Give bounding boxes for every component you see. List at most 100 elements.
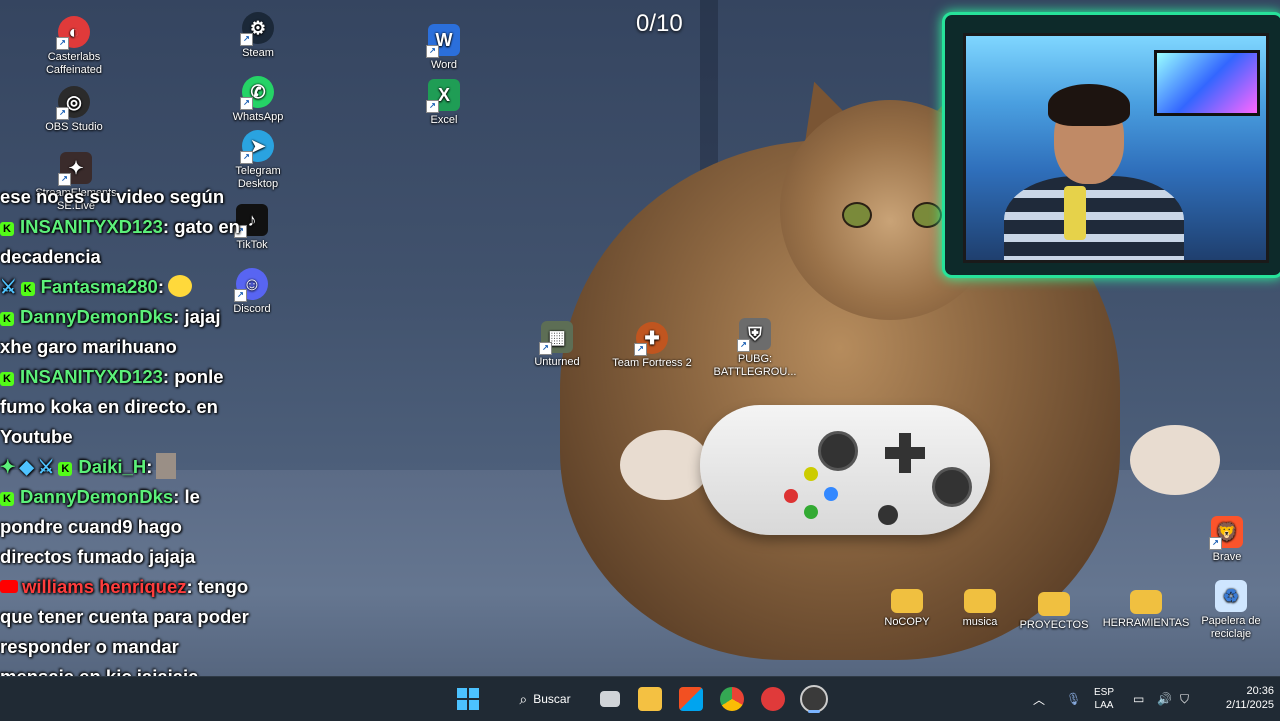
chat-line: K DannyDemonDks: le [0,482,292,512]
chat-line: K DannyDemonDks: jajaj [0,302,292,332]
chat-line: K INSANITYXD123: gato en [0,212,292,242]
telegram-icon: ➤ ↗ [240,130,274,164]
sword-badge-icon: ⚔ [0,276,17,297]
game-controller [700,405,990,535]
casterlabs-icon [761,687,785,711]
obs-icon: ◎ ↗ [56,86,90,120]
icon-label: Brave [1212,551,1242,563]
taskbar-clock[interactable]: 20:36 2/11/2025 [1198,684,1274,712]
cat-eye [912,202,942,228]
obs-taskbar-button[interactable] [799,683,829,715]
icon-label: NoCOPY [884,616,930,628]
folder-icon [1038,592,1070,616]
cat-paw [620,430,710,500]
kick-badge-icon: K [0,312,14,326]
desktop-icon-tf2[interactable]: ✚ ↗ Team Fortress 2 [608,322,696,370]
controller-button [804,467,818,481]
file-explorer-icon [638,687,662,711]
task-view-button[interactable] [595,683,625,715]
streamelements-icon: ✦ ↗ [58,152,92,186]
chat-text: : le [173,486,200,507]
network-icon: ▭ [1133,692,1145,706]
controller-button [804,505,818,519]
task-view-icon [600,691,620,707]
brave-icon: 🦁 ↗ [1209,516,1243,550]
chat-line: decadencia [0,242,292,272]
desktop-icon-word[interactable]: W ↗ Word [406,24,482,72]
file-explorer-button[interactable] [635,683,665,715]
controller-stick [818,431,858,471]
pubg-icon: ⛨ ↗ [737,318,771,352]
chat-username: INSANITYXD123 [20,216,163,237]
casterlabs-icon: ◐ ↗ [56,16,90,50]
chat-line: K INSANITYXD123: ponle [0,362,292,392]
keyboard-layout: LAA [1094,700,1114,711]
show-hidden-icons-button[interactable]: ︿ [1033,677,1045,721]
chat-text: que tener cuenta para poder [0,606,249,627]
kick-badge-icon: K [0,492,14,506]
cat-paw [1130,425,1220,495]
language-indicator[interactable]: ESP LAA [1094,677,1114,721]
chat-text: xhe garo marihuano [0,336,177,357]
desktop-icon-steam[interactable]: ⚙ ↗ Steam [220,12,296,60]
whatsapp-icon: ✆ ↗ [240,76,274,110]
desktop-icon-brave[interactable]: 🦁 ↗ Brave [1189,516,1265,564]
language-code: ESP [1094,687,1115,698]
chat-username: Daiki_H [78,456,147,477]
cube-badge-icon: ◆ [19,456,34,477]
desktop-icon-obs[interactable]: ◎ ↗ OBS Studio [36,86,112,134]
folder-icon [891,589,923,613]
sword-badge-icon: ⚔ [37,456,55,477]
icon-label: Excel [430,114,458,126]
casterlabs-taskbar-button[interactable] [758,683,788,715]
desktop-icon-unturned[interactable]: ▦ ↗ Unturned [519,321,595,369]
icon-label: WhatsApp [232,111,284,123]
chrome-icon [720,687,744,711]
language-label: ESP LAA [1094,686,1114,712]
chat-text: decadencia [0,246,101,267]
chat-line: ese no es su video según [0,182,292,212]
icon-label: Casterlabs Caffeinated [45,51,103,76]
desktop-folder-musica[interactable]: musica [942,583,1018,629]
chat-line: pondre cuand9 hago [0,512,292,542]
goal-counter: 0/10 [636,10,683,37]
desktop-icon-casterlabs[interactable]: ◐ ↗ Casterlabs Caffeinated [36,16,112,77]
xbox-button [878,505,898,525]
chat-text: fumo koka en directo. en [0,396,218,417]
icon-label: musica [962,616,998,628]
desktop-icon-pubg[interactable]: ⛨ ↗ PUBG: BATTLEGROU... [712,318,798,379]
icon-label: Team Fortress 2 [612,357,692,369]
gem-badge-icon: ✦ [0,456,16,477]
desktop-icon-whatsapp[interactable]: ✆ ↗ WhatsApp [220,76,296,124]
volume-tray-button[interactable]: 🔊 [1157,677,1172,721]
notification-tray-button[interactable]: ⛉ [1180,677,1189,721]
desktop-folder-proyectos[interactable]: PROYECTOS [1016,586,1092,632]
start-button[interactable] [452,683,484,715]
icon-label: Papelera de reciclaje [1201,615,1261,640]
chat-line: williams henriquez: tengo [0,572,292,602]
controller-button [784,489,798,503]
icon-label: Unturned [534,356,580,368]
chrome-button[interactable] [717,683,747,715]
icon-label: HERRAMIENTAS [1102,617,1190,629]
chat-text: : gato en [162,216,240,237]
chat-text: responder o mandar [0,636,179,657]
chat-text: : jajaj [173,306,221,327]
chevron-up-icon: ︿ [1033,692,1046,707]
chat-username: Fantasma280 [40,276,158,297]
microsoft-store-icon [679,687,703,711]
desktop-folder-nocopy[interactable]: NoCOPY [869,583,945,629]
desktop-icon-excel[interactable]: X ↗ Excel [406,79,482,127]
microphone-icon: 🎙 [1066,692,1082,706]
chat-line: fumo koka en directo. en [0,392,292,422]
chat-text: : [146,456,153,477]
microphone-tray-button[interactable]: 🎙 [1066,677,1081,721]
taskbar-search-button[interactable]: ⌕ Buscar [505,683,585,715]
microphone [1064,186,1086,240]
network-tray-button[interactable]: ▭ [1133,677,1144,721]
webcam-overlay [942,12,1280,278]
microsoft-store-button[interactable] [676,683,706,715]
desktop-folder-herramientas[interactable]: HERRAMIENTAS [1100,584,1192,630]
desktop-icon-recycle-bin[interactable]: ♻ Papelera de reciclaje [1193,580,1269,641]
controller-button [824,487,838,501]
